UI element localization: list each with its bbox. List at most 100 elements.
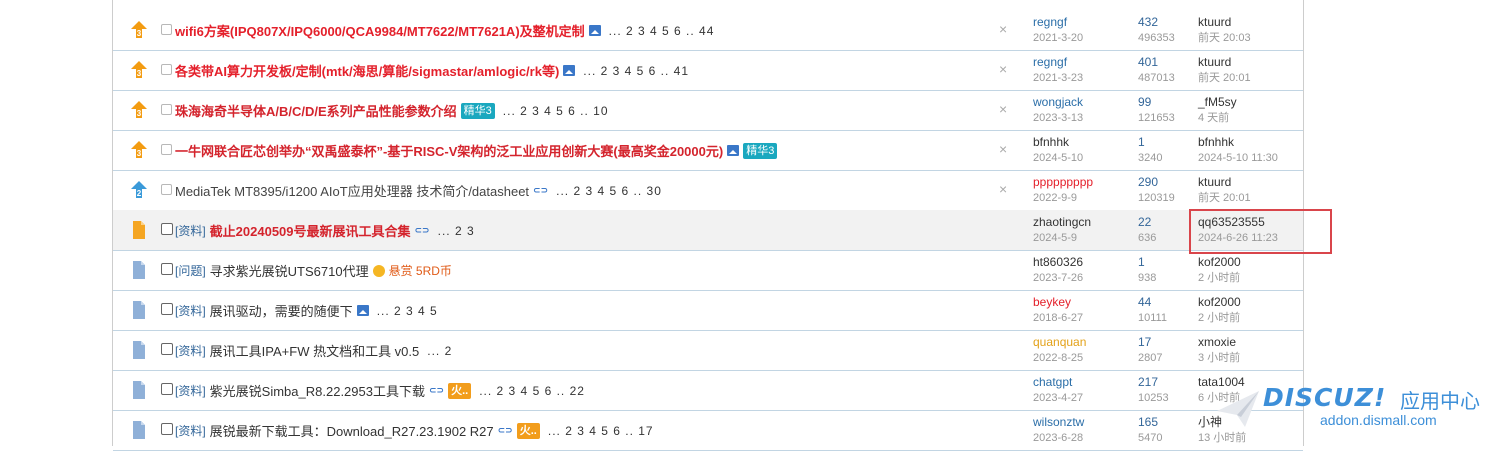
page-links[interactable]: ... 2 3 4 5: [377, 304, 438, 318]
page-links[interactable]: ... 2 3 4 5 6 .. 22: [479, 384, 585, 398]
thread-type-tag[interactable]: [问题]: [175, 262, 206, 279]
last-post-time[interactable]: 2 小时前: [1198, 311, 1308, 326]
thread-row[interactable]: [资料] 截止20240509号最新展讯工具合集 ⊂⊃ ... 2 3 zhaoting…: [113, 210, 1303, 251]
author-link[interactable]: regngf: [1033, 55, 1123, 70]
pin-3-icon: 3: [130, 60, 148, 80]
thread-checkbox[interactable]: [161, 144, 172, 155]
last-post-time[interactable]: 前天 20:01: [1198, 71, 1308, 86]
author-link[interactable]: wongjack: [1033, 95, 1123, 110]
author-link[interactable]: ppppppppp: [1033, 175, 1123, 190]
page-links[interactable]: ... 2 3 4 5 6 .. 30: [556, 184, 662, 198]
close-icon[interactable]: ×: [999, 61, 1007, 77]
thread-title-link[interactable]: 展讯驱动，需要的随便下: [210, 301, 353, 320]
page-links[interactable]: ... 2 3: [438, 224, 475, 238]
author-link[interactable]: beykey: [1033, 295, 1123, 310]
thread-row[interactable]: [资料] 紫光展锐Simba_R8.22.2953工具下载 ⊂⊃ 火.. ... 2 3…: [113, 370, 1303, 411]
page-links[interactable]: ... 2: [427, 344, 452, 358]
last-post-time[interactable]: 前天 20:03: [1198, 31, 1308, 46]
page-links[interactable]: ... 2 3 4 5 6 .. 44: [609, 24, 715, 38]
thread-title-link[interactable]: 紫光展锐Simba_R8.22.2953工具下载: [210, 381, 425, 400]
reply-count[interactable]: 217: [1138, 375, 1198, 390]
close-icon[interactable]: ×: [999, 141, 1007, 157]
close-icon[interactable]: ×: [999, 181, 1007, 197]
thread-row[interactable]: 3 一牛网联合匠芯创举办“双禹盛泰杯”-基于RISC-V架构的泛工业应用创新大赛(…: [113, 130, 1303, 171]
page-links[interactable]: ... 2 3 4 5 6 .. 10: [503, 104, 609, 118]
page-links[interactable]: ... 2 3 4 5 6 .. 41: [583, 64, 689, 78]
thread-row[interactable]: 3 珠海海奇半导体A/B/C/D/E系列产品性能参数介绍 精华3 ... 2 3 4 …: [113, 90, 1303, 131]
reply-count[interactable]: 290: [1138, 175, 1198, 190]
last-post-time[interactable]: 4 天前: [1198, 111, 1308, 126]
page-links[interactable]: ... 2 3 4 5 6 .. 17: [548, 424, 654, 438]
thread-row[interactable]: 3 wifi6方案(IPQ807X/IPQ6000/QCA9984/MT7622/…: [113, 10, 1303, 51]
count-cell: 44 10111: [1138, 295, 1198, 326]
thread-icon: [130, 380, 148, 400]
last-post-cell: _fM5sy 4 天前: [1198, 95, 1308, 126]
author-link[interactable]: quanquan: [1033, 335, 1123, 350]
thread-title-link[interactable]: 各类带AI算力开发板/定制(mtk/海思/算能/sigmastar/amlogi…: [175, 61, 559, 80]
close-icon[interactable]: ×: [999, 21, 1007, 37]
last-post-time[interactable]: 3 小时前: [1198, 351, 1308, 366]
thread-type-tag[interactable]: [资料]: [175, 382, 206, 399]
last-post-cell: ktuurd 前天 20:03: [1198, 15, 1308, 46]
thread-checkbox[interactable]: [161, 263, 173, 275]
reply-count[interactable]: 99: [1138, 95, 1198, 110]
thread-type-tag[interactable]: [资料]: [175, 222, 206, 239]
thread-row[interactable]: 2 MediaTek MT8395/i1200 AIoT应用处理器 技术简介/da…: [113, 170, 1303, 211]
last-post-time[interactable]: 2024-5-10 11:30: [1198, 151, 1308, 166]
author-link[interactable]: regngf: [1033, 15, 1123, 30]
reply-count[interactable]: 432: [1138, 15, 1198, 30]
thread-type-tag[interactable]: [资料]: [175, 342, 206, 359]
thread-title-link[interactable]: 展锐最新下载工具：Download_R27.23.1902 R27: [210, 421, 494, 440]
thread-row[interactable]: [资料] 展讯工具IPA+FW 热文档和工具 v0.5 ... 2 quanquan 2…: [113, 330, 1303, 371]
post-date: 2024-5-9: [1033, 232, 1078, 244]
thread-title-link[interactable]: 寻求紫光展锐UTS6710代理: [210, 261, 369, 280]
thread-row[interactable]: [资料] 展锐最新下载工具：Download_R27.23.1902 R27 ⊂⊃ 火…: [113, 410, 1303, 451]
thread-title-link[interactable]: MediaTek MT8395/i1200 AIoT应用处理器 技术简介/dat…: [175, 181, 529, 200]
last-post-user[interactable]: ktuurd: [1198, 15, 1308, 30]
thread-checkbox[interactable]: [161, 24, 172, 35]
author-link[interactable]: wilsonztw: [1033, 415, 1123, 430]
last-post-user[interactable]: _fM5sy: [1198, 95, 1308, 110]
image-attachment-icon: [356, 305, 369, 316]
thread-checkbox[interactable]: [161, 184, 172, 195]
thread-title-link[interactable]: 展讯工具IPA+FW 热文档和工具 v0.5: [210, 341, 420, 360]
thread-checkbox[interactable]: [161, 343, 173, 355]
author-link[interactable]: ht860326: [1033, 255, 1123, 270]
last-post-user[interactable]: kof2000: [1198, 255, 1308, 270]
image-attachment-icon: [588, 25, 601, 36]
thread-title-link[interactable]: 截止20240509号最新展讯工具合集: [210, 221, 411, 240]
reply-count[interactable]: 44: [1138, 295, 1198, 310]
thread-checkbox[interactable]: [161, 303, 173, 315]
thread-checkbox[interactable]: [161, 223, 173, 235]
thread-title-link[interactable]: 一牛网联合匠芯创举办“双禹盛泰杯”-基于RISC-V架构的泛工业应用创新大赛(最…: [175, 141, 723, 160]
last-post-user[interactable]: bfnhhk: [1198, 135, 1308, 150]
close-icon[interactable]: ×: [999, 101, 1007, 117]
reply-count[interactable]: 1: [1138, 135, 1198, 150]
thread-type-tag[interactable]: [资料]: [175, 422, 206, 439]
thread-checkbox[interactable]: [161, 104, 172, 115]
last-post-user[interactable]: ktuurd: [1198, 55, 1308, 70]
thread-row[interactable]: 3 各类带AI算力开发板/定制(mtk/海思/算能/sigmastar/amlog…: [113, 50, 1303, 91]
reply-count[interactable]: 1: [1138, 255, 1198, 270]
last-post-user[interactable]: ktuurd: [1198, 175, 1308, 190]
svg-text:3: 3: [137, 69, 142, 78]
author-link[interactable]: zhaotingcn: [1033, 215, 1123, 230]
last-post-time[interactable]: 2 小时前: [1198, 271, 1308, 286]
last-post-time[interactable]: 13 小时前: [1198, 431, 1308, 446]
author-link[interactable]: bfnhhk: [1033, 135, 1123, 150]
last-post-user[interactable]: kof2000: [1198, 295, 1308, 310]
thread-checkbox[interactable]: [161, 64, 172, 75]
thread-row[interactable]: [问题] 寻求紫光展锐UTS6710代理 悬赏 5RD币 ht860326 2023-7…: [113, 250, 1303, 291]
reply-count[interactable]: 401: [1138, 55, 1198, 70]
reply-count[interactable]: 17: [1138, 335, 1198, 350]
thread-checkbox[interactable]: [161, 423, 173, 435]
author-link[interactable]: chatgpt: [1033, 375, 1123, 390]
thread-title-link[interactable]: wifi6方案(IPQ807X/IPQ6000/QCA9984/MT7622/M…: [175, 21, 585, 40]
last-post-user[interactable]: xmoxie: [1198, 335, 1308, 350]
thread-type-tag[interactable]: [资料]: [175, 302, 206, 319]
last-post-time[interactable]: 前天 20:01: [1198, 191, 1308, 206]
thread-row[interactable]: [资料] 展讯驱动，需要的随便下 ... 2 3 4 5 beykey 2018-6-2…: [113, 290, 1303, 331]
thread-title-link[interactable]: 珠海海奇半导体A/B/C/D/E系列产品性能参数介绍: [175, 101, 457, 120]
thread-checkbox[interactable]: [161, 383, 173, 395]
reply-count[interactable]: 165: [1138, 415, 1198, 430]
